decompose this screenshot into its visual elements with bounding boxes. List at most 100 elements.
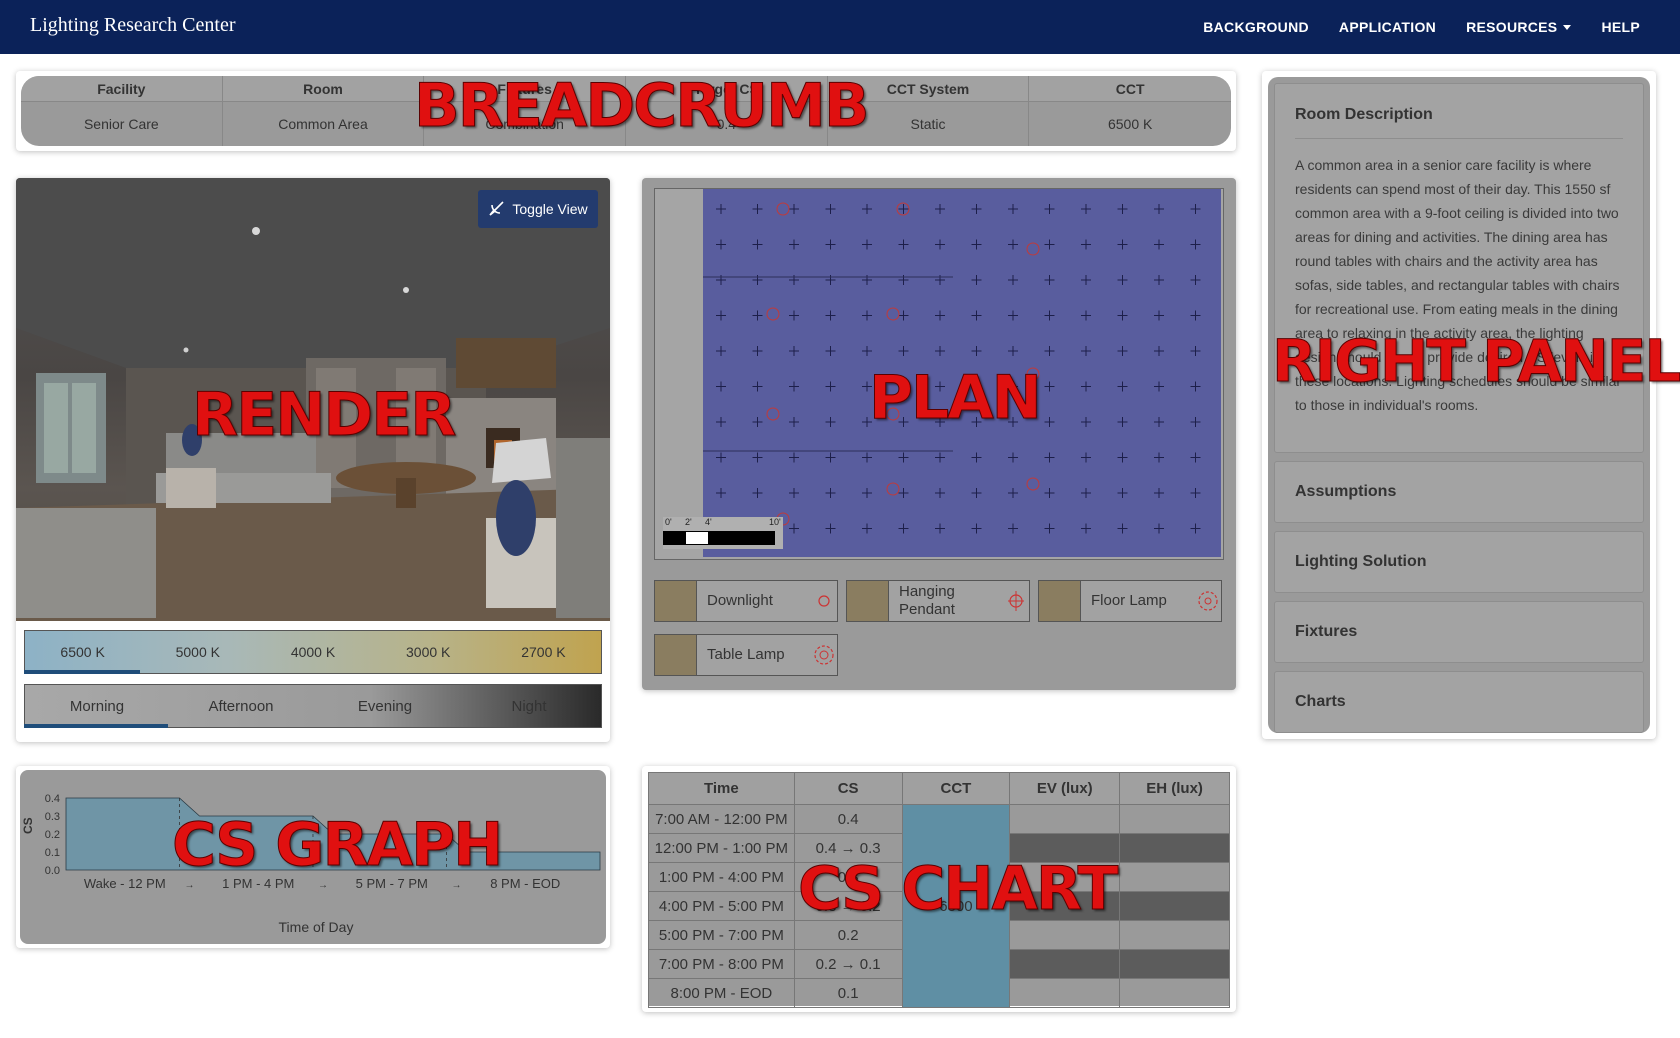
cell-cs: 0.2 → 0.1 [793,949,903,979]
legend-hanging-pendant[interactable]: Hanging Pendant [846,580,1030,622]
bc-value: 6500 K [1107,116,1153,132]
downlight-fixture-icon [935,239,945,250]
cell-cs: 0.1 [793,978,903,1008]
downlight-fixture-icon [1190,204,1201,214]
nav-background[interactable]: BACKGROUND [1203,19,1309,35]
downlight-fixture-icon [1008,452,1018,463]
tod-option-morning[interactable]: Morning [25,685,169,727]
y-tick-label: 0.4 [45,793,60,805]
cct-option-4000[interactable]: 4000 K [255,631,370,673]
legend-downlight[interactable]: Downlight [654,580,838,622]
downlight-fixture-icon [1117,310,1128,321]
cs-graph-plot: CS Time of Day 0.4 0.3 0.2 0.1 0.0 Wake - 12 … [21,793,601,935]
tod-option-afternoon[interactable]: Afternoon [169,685,313,727]
bc-fixtures[interactable]: Fixtures Combination [424,76,626,146]
cell-ev [1009,833,1121,863]
tod-option-evening[interactable]: Evening [313,685,457,727]
table-lamp-thumbnail [655,635,697,675]
downlight-fixture-icon [1081,523,1091,534]
downlight-fixture-icon [1008,204,1018,214]
downlight-fixture-icon [752,239,763,250]
bc-cct[interactable]: CCT 6500 K [1029,76,1231,146]
downlight-fixture-icon [789,346,799,356]
right-panel-inner: Room Description A common area in a seni… [1268,77,1680,733]
cell-eh [1119,978,1230,1008]
downlight-fixture-icon [752,488,763,498]
brand-logo[interactable]: Lighting Research Center [30,14,236,37]
downlight-fixture-icon [862,239,872,250]
charts-section[interactable]: Charts [1274,671,1644,733]
col-cct: CCT [901,772,1011,805]
bc-target-cs[interactable]: Target CS 0.4 [626,76,828,146]
downlight-fixture-icon [935,204,945,214]
col-ev: EV (lux) [1009,772,1121,805]
downlight-fixture-icon [716,310,726,321]
nav-application[interactable]: APPLICATION [1339,19,1436,35]
pendant-fixture-icon [776,202,790,216]
cell-cs: 0.4 → 0.3 [793,833,903,863]
cct-option-6500[interactable]: 6500 K [25,631,140,673]
downlight-fixture-icon [971,310,982,321]
legend-floor-lamp[interactable]: Floor Lamp [1038,580,1222,622]
legend-table-lamp[interactable]: Table Lamp [654,634,838,676]
fixtures-section[interactable]: Fixtures [1274,601,1644,663]
downlight-fixture-icon [862,204,872,214]
cs-graph-xlabel: Time of Day [279,919,354,935]
assumptions-section[interactable]: Assumptions [1274,461,1644,523]
cct-option-5000[interactable]: 5000 K [140,631,255,673]
nav-resources[interactable]: RESOURCES [1466,19,1572,35]
bc-facility[interactable]: Facility Senior Care [21,76,223,146]
downlight-fixture-icon [789,417,799,427]
toggle-view-button[interactable]: Toggle View [478,190,598,228]
bc-cct-system[interactable]: CCT System Static [827,76,1030,146]
downlight-fixture-icon [898,204,909,214]
downlight-fixture-icon [1081,275,1091,285]
nav-help[interactable]: HELP [1601,19,1640,35]
satellite-dish-icon [488,199,506,220]
downlight-fixture-icon [1044,417,1055,427]
legend-label: Hanging Pendant [899,583,955,618]
y-tick-label: 0.1 [45,847,60,859]
downlight-fixture-icon [825,417,836,427]
floor-plan[interactable]: 0' 2' 4' 10' PLAN [654,188,1224,560]
downlight-fixture-icon [752,417,763,427]
tod-option-night[interactable]: Night [457,685,601,727]
downlight-fixture-icon [935,346,945,356]
scale-bar-graphic [663,531,775,545]
downlight-fixture-icon [898,488,909,498]
caret-down-icon [1563,24,1572,30]
arrow-right-icon: → [451,880,461,891]
bc-value: 0.4 [716,116,737,132]
x-tick-label: 8 PM - EOD [490,876,560,891]
lighting-solution-section[interactable]: Lighting Solution [1274,531,1644,593]
downlight-fixture-icon [789,239,799,250]
downlight-fixture-icon [825,310,836,321]
bc-room[interactable]: Room Common Area [222,76,425,146]
pendant-fixture-icon [766,407,780,421]
cct-option-2700[interactable]: 2700 K [486,631,601,673]
downlight-fixture-icon [862,488,872,498]
room-description-title: Room Description [1295,84,1623,139]
downlight-fixture-icon [1008,275,1018,285]
downlight-fixture-icon [898,239,909,250]
cct-option-3000[interactable]: 3000 K [371,631,486,673]
pendant-fixture-icon [1026,367,1040,381]
floor-plan-fixtures [703,202,1201,534]
cct-selected-indicator [24,670,140,674]
arrow-right-icon: → [184,880,194,891]
y-tick-label: 0.2 [45,829,60,841]
downlight-fixture-icon [716,239,726,250]
downlight-fixture-icon [1190,239,1201,250]
downlight-fixture-icon [1117,346,1128,356]
scale-label: 4' [705,517,712,527]
downlight-fixture-icon [1117,523,1128,534]
cs-chart: Time CS CCT EV (lux) EH (lux) 7:00 AM - … [648,772,1230,1008]
floor-lamp-thumbnail [1039,581,1081,621]
downlight-fixture-icon [862,452,872,463]
downlight-fixture-icon [898,381,909,392]
downlight-fixture-icon [1190,381,1201,392]
downlight-fixture-icon [1154,381,1164,392]
downlight-fixture-icon [789,381,799,392]
downlight-fixture-icon [935,523,945,534]
downlight-fixture-icon [935,452,945,463]
